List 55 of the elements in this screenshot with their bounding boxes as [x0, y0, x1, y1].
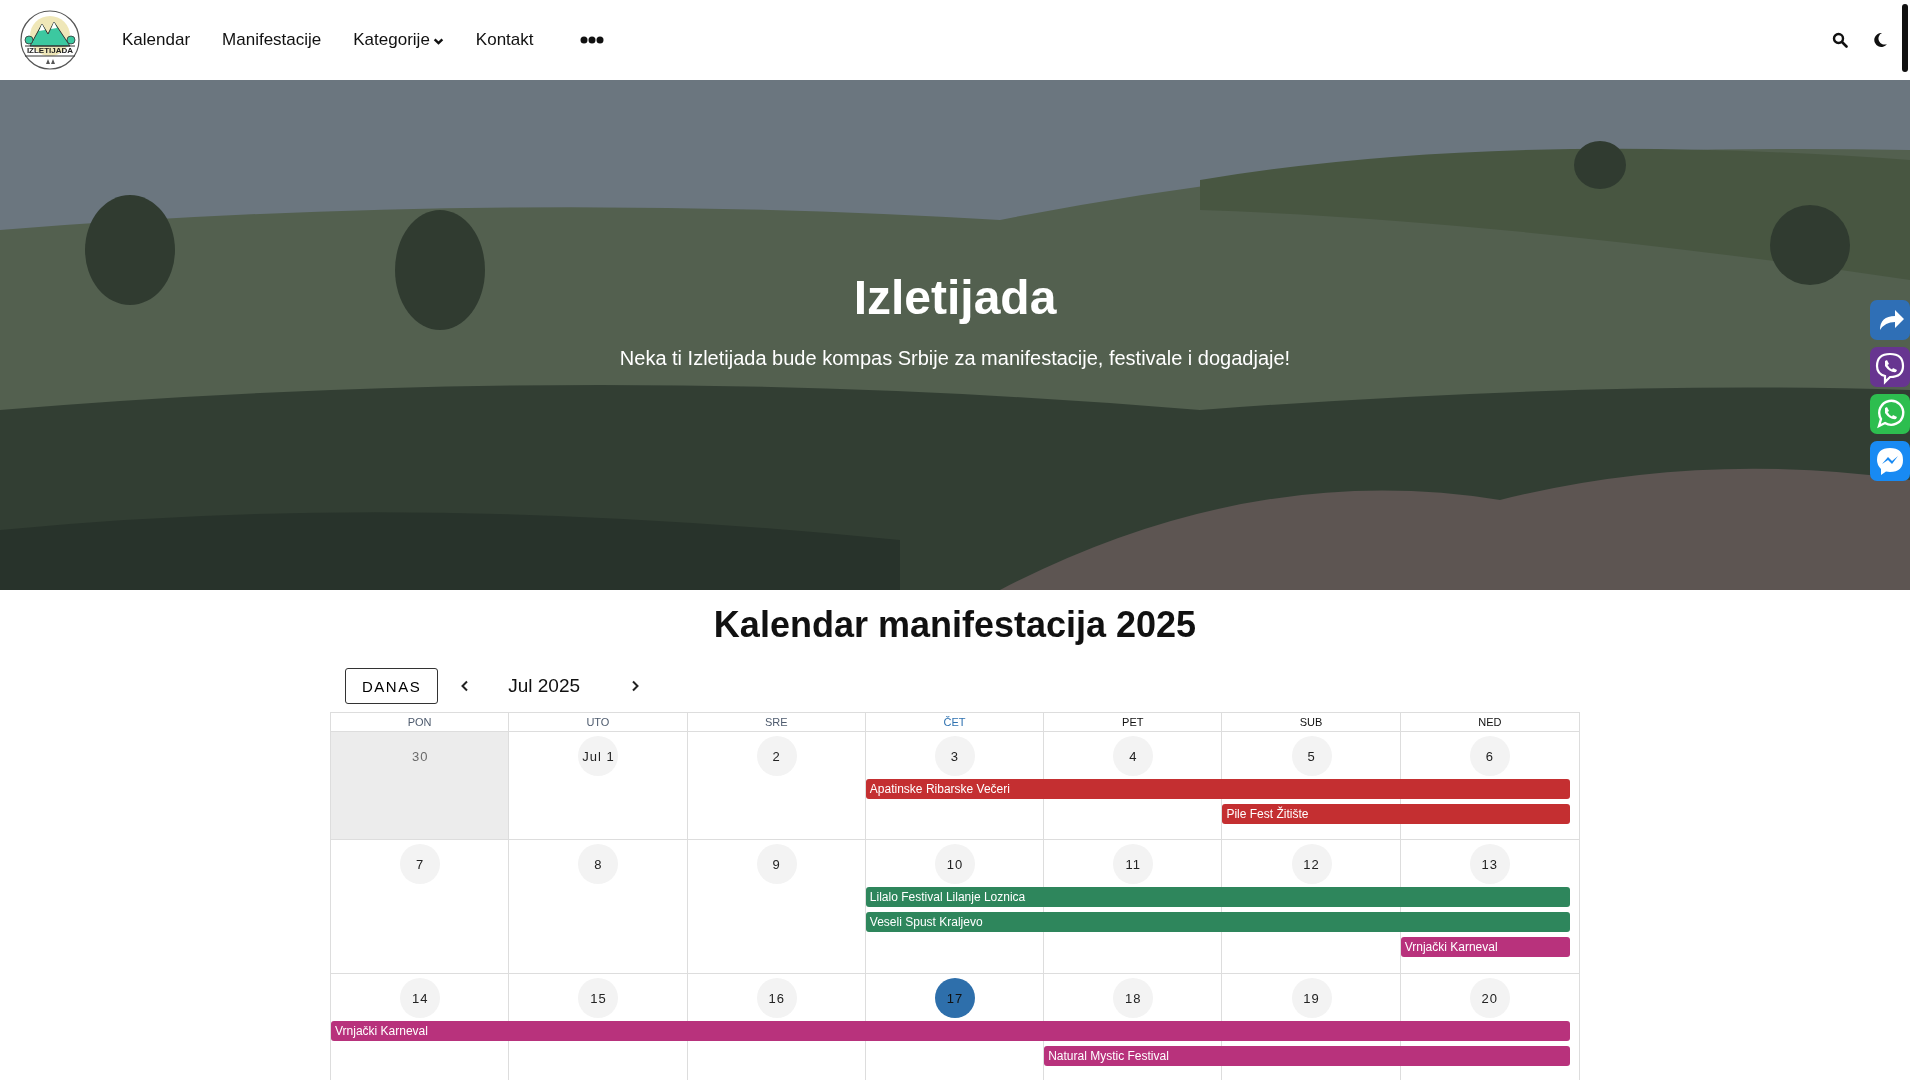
- date-number[interactable]: 12: [1291, 844, 1332, 884]
- chat-phone-icon[interactable]: [1870, 347, 1910, 387]
- date-number[interactable]: 15: [578, 978, 619, 1018]
- chat-bolt-icon[interactable]: [1870, 441, 1910, 481]
- nav-link[interactable]: Kategorije: [353, 30, 444, 50]
- date-number[interactable]: 17: [935, 978, 975, 1018]
- weekday-label: NED: [1477, 715, 1503, 730]
- weekday-label: PET: [1044, 713, 1223, 731]
- date-number[interactable]: 8: [578, 844, 619, 884]
- event-bar[interactable]: Apatinske Ribarske Večeri: [865, 779, 1570, 799]
- hero-subtitle: Neka ti Izletijada bude kompas Srbije za manifestacije, festivale i dogadjaje!: [619, 347, 1291, 370]
- weekday-label: UTO: [509, 713, 688, 731]
- date-number[interactable]: 30: [400, 736, 441, 776]
- weekday-label: PON: [331, 713, 510, 731]
- date-number[interactable]: 20: [1469, 978, 1510, 1018]
- weekday-label: SUB: [1222, 713, 1401, 731]
- weekday-label: SRE: [687, 713, 866, 731]
- event-bar[interactable]: Natural Mystic Festival: [1044, 1046, 1570, 1066]
- weekday-label: ČET: [865, 713, 1045, 731]
- nav-link[interactable]: Kontakt: [475, 30, 534, 50]
- event-bar[interactable]: Veseli Spust Kraljevo: [865, 912, 1570, 932]
- event-bar[interactable]: Lilalo Festival Lilanje Loznica: [865, 887, 1570, 907]
- nav-link[interactable]: Kalendar: [122, 30, 191, 50]
- search-icon[interactable]: [1832, 32, 1848, 48]
- date-number[interactable]: 3: [935, 736, 975, 776]
- hero-title: Izletijada: [852, 270, 1058, 325]
- date-number[interactable]: 11: [1113, 844, 1154, 884]
- today-button[interactable]: DANAS: [345, 668, 439, 704]
- date-number[interactable]: 18: [1113, 978, 1154, 1018]
- date-number[interactable]: 2: [756, 736, 797, 776]
- more-icon[interactable]: [579, 36, 604, 44]
- event-bar[interactable]: Vrnjački Karneval: [331, 1021, 1570, 1041]
- share-icon[interactable]: [1870, 300, 1910, 340]
- date-number[interactable]: 19: [1291, 978, 1332, 1018]
- date-number[interactable]: 10: [935, 844, 975, 884]
- scrollbar-thumb[interactable]: [1902, 4, 1908, 72]
- date-number[interactable]: 16: [756, 978, 797, 1018]
- moon-icon[interactable]: [1872, 32, 1888, 48]
- next-icon[interactable]: [630, 680, 641, 692]
- date-number[interactable]: 5: [1291, 736, 1332, 776]
- month-label: Jul 2025: [507, 675, 582, 697]
- date-number[interactable]: 14: [400, 978, 441, 1018]
- date-number[interactable]: Jul 1: [578, 736, 619, 776]
- logo[interactable]: IZLETIJADA: [18, 8, 82, 72]
- date-number[interactable]: 4: [1113, 736, 1154, 776]
- chat-phone-icon[interactable]: [1870, 394, 1910, 434]
- date-number[interactable]: 9: [756, 844, 797, 884]
- date-number[interactable]: 13: [1469, 844, 1510, 884]
- event-bar[interactable]: Vrnjački Karneval: [1400, 937, 1570, 957]
- date-number[interactable]: 7: [400, 844, 441, 884]
- nav-link[interactable]: Manifestacije: [222, 30, 322, 50]
- caret-icon[interactable]: [432, 35, 444, 47]
- calendar-title: Kalendar manifestacija 2025: [712, 603, 1198, 647]
- date-number[interactable]: 6: [1469, 736, 1510, 776]
- event-bar[interactable]: Pile Fest Žitište: [1222, 804, 1570, 824]
